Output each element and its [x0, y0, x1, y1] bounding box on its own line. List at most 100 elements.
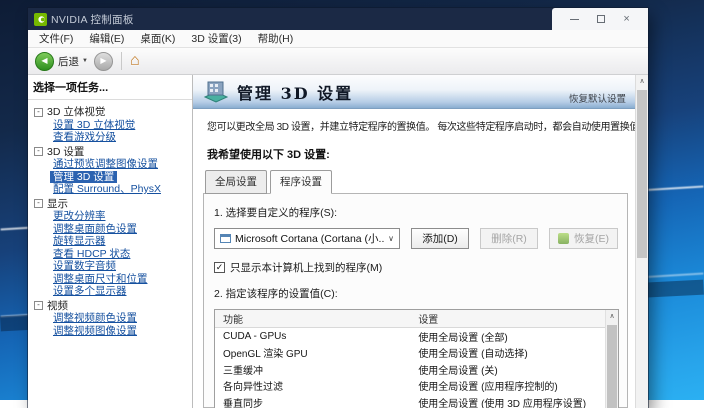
- settings-table-body: CUDA - GPUs使用全局设置 (全部)OpenGL 渲染 GPU使用全局设…: [215, 328, 618, 408]
- tree-category[interactable]: -显示: [34, 198, 190, 211]
- tree-item[interactable]: 配置 Surround、PhysX: [34, 183, 190, 196]
- tree-item[interactable]: 调整视频图像设置: [34, 325, 190, 338]
- tree-item[interactable]: 设置多个显示器: [34, 285, 190, 298]
- feature-cell: CUDA - GPUs: [215, 331, 418, 342]
- tree-item[interactable]: 通过预览调整图像设置: [34, 158, 190, 171]
- tree-item[interactable]: 查看 HDCP 状态: [34, 248, 190, 261]
- table-row[interactable]: 各向异性过滤使用全局设置 (应用程序控制的): [215, 378, 618, 395]
- settings-table: 功能 设置 CUDA - GPUs使用全局设置 (全部)OpenGL 渲染 GP…: [214, 309, 619, 408]
- back-button[interactable]: ◀: [35, 52, 54, 71]
- table-row[interactable]: OpenGL 渲染 GPU使用全局设置 (自动选择): [215, 345, 618, 362]
- back-button-label: 后退: [58, 54, 79, 69]
- maximize-icon[interactable]: [597, 15, 605, 23]
- setting-cell: 使用全局设置 (关): [418, 362, 606, 377]
- tree-category-label: 3D 设置: [47, 146, 84, 159]
- nvidia-restore-icon: [558, 233, 569, 244]
- tree-item[interactable]: 设置数字音频: [34, 260, 190, 273]
- table-scrollbar-thumb[interactable]: [607, 325, 617, 408]
- tree-item[interactable]: 调整桌面颜色设置: [34, 223, 190, 236]
- select-program-label: 1. 选择要自定义的程序(S):: [214, 205, 619, 220]
- program-window-icon: [220, 234, 231, 243]
- tree-item[interactable]: 管理 3D 设置: [50, 171, 117, 184]
- window-body: 选择一项任务... -3D 立体视觉设置 3D 立体视觉查看游戏分级-3D 设置…: [28, 75, 648, 408]
- back-arrow-icon: ◀: [41, 57, 47, 65]
- scroll-up-icon[interactable]: ∧: [636, 75, 648, 88]
- table-row[interactable]: 三重缓冲使用全局设置 (关): [215, 361, 618, 378]
- home-icon[interactable]: ⌂: [130, 53, 140, 69]
- tree-category[interactable]: -视频: [34, 300, 190, 313]
- title-bar[interactable]: NVIDIA 控制面板 ×: [28, 8, 648, 30]
- collapse-icon[interactable]: -: [34, 108, 43, 117]
- page-header: 管理 3D 设置 恢复默认设置: [193, 75, 636, 109]
- back-history-caret-icon[interactable]: ▼: [82, 58, 88, 64]
- feature-cell: 三重缓冲: [215, 362, 418, 377]
- forward-button[interactable]: ▶: [94, 52, 113, 71]
- program-select-dropdown[interactable]: Microsoft Cortana (Cortana (小... ∨: [214, 228, 400, 249]
- tree-item[interactable]: 调整视频颜色设置: [34, 312, 190, 325]
- setting-column-header: 设置: [418, 311, 606, 326]
- restore-button-label: 恢复(E): [574, 231, 609, 246]
- collapse-icon[interactable]: -: [34, 147, 43, 156]
- toolbar-separator: [121, 52, 122, 70]
- checkbox-label: 只显示本计算机上找到的程序(M): [230, 260, 382, 275]
- main-content: 管理 3D 设置 恢复默认设置 您可以更改全局 3D 设置，并建立特定程序的置换…: [193, 75, 648, 408]
- setting-cell: 使用全局设置 (使用 3D 应用程序设置): [418, 395, 606, 408]
- remove-button[interactable]: 删除(R): [480, 228, 538, 249]
- menu-item[interactable]: 帮助(H): [250, 31, 302, 46]
- nvidia-logo-icon: [34, 13, 47, 26]
- feature-cell: 各向异性过滤: [215, 378, 418, 393]
- table-row[interactable]: CUDA - GPUs使用全局设置 (全部): [215, 328, 618, 345]
- menu-item[interactable]: 3D 设置(3): [183, 31, 249, 46]
- tree-category[interactable]: -3D 立体视觉: [34, 106, 190, 119]
- content-scrollbar-thumb[interactable]: [637, 90, 647, 258]
- tree-item[interactable]: 调整桌面尺寸和位置: [34, 273, 190, 286]
- window-title: NVIDIA 控制面板: [51, 12, 134, 27]
- tree-item[interactable]: 旋转显示器: [34, 235, 190, 248]
- task-sidebar: 选择一项任务... -3D 立体视觉设置 3D 立体视觉查看游戏分级-3D 设置…: [28, 75, 193, 408]
- feature-cell: OpenGL 渲染 GPU: [215, 345, 418, 360]
- window-controls: ×: [552, 8, 648, 30]
- scroll-up-icon[interactable]: ∧: [606, 310, 618, 323]
- collapse-icon[interactable]: -: [34, 301, 43, 310]
- tree-category-label: 视频: [47, 300, 68, 313]
- table-scrollbar[interactable]: ∧: [605, 310, 618, 408]
- tree-category-label: 显示: [47, 198, 68, 211]
- tab[interactable]: 程序设置: [270, 170, 332, 194]
- show-programs-checkbox-row[interactable]: ✓ 只显示本计算机上找到的程序(M): [214, 260, 619, 275]
- tab[interactable]: 全局设置: [205, 170, 267, 194]
- menu-bar: 文件(F)编辑(E)桌面(K)3D 设置(3)帮助(H): [28, 30, 648, 48]
- forward-arrow-icon: ▶: [100, 57, 106, 65]
- collapse-icon[interactable]: -: [34, 199, 43, 208]
- tree-category-label: 3D 立体视觉: [47, 106, 105, 119]
- menu-item[interactable]: 文件(F): [31, 31, 81, 46]
- settings-tabs: 全局设置程序设置: [193, 170, 636, 194]
- restore-button[interactable]: 恢复(E): [549, 228, 618, 249]
- menu-item[interactable]: 编辑(E): [81, 31, 132, 46]
- restore-defaults-button[interactable]: 恢复默认设置: [569, 91, 626, 105]
- table-row[interactable]: 垂直同步使用全局设置 (使用 3D 应用程序设置): [215, 394, 618, 408]
- program-settings-panel: 1. 选择要自定义的程序(S): Microsoft Cortana (Cort…: [203, 193, 628, 408]
- sidebar-header: 选择一项任务...: [28, 75, 192, 100]
- chevron-down-icon: ∨: [388, 234, 394, 243]
- tree-item[interactable]: 更改分辨率: [34, 210, 190, 223]
- setting-cell: 使用全局设置 (应用程序控制的): [418, 378, 606, 393]
- tree-item[interactable]: 设置 3D 立体视觉: [34, 119, 190, 132]
- minimize-icon[interactable]: [570, 19, 579, 20]
- checkbox-checked-icon[interactable]: ✓: [214, 262, 225, 273]
- feature-column-header: 功能: [215, 311, 418, 326]
- manage-3d-settings-icon: [203, 80, 229, 104]
- tree-item[interactable]: 查看游戏分级: [34, 131, 190, 144]
- specify-settings-label: 2. 指定该程序的设置值(C):: [214, 286, 619, 301]
- task-tree: -3D 立体视觉设置 3D 立体视觉查看游戏分级-3D 设置通过预览调整图像设置…: [28, 100, 192, 337]
- setting-cell: 使用全局设置 (自动选择): [418, 345, 606, 360]
- program-select-value: Microsoft Cortana (Cortana (小...: [235, 231, 384, 246]
- table-header-row: 功能 设置: [215, 310, 618, 328]
- close-icon[interactable]: ×: [623, 14, 629, 25]
- content-scrollbar[interactable]: ∧: [635, 75, 648, 408]
- page-title: 管理 3D 设置: [237, 80, 353, 104]
- tree-category[interactable]: -3D 设置: [34, 146, 190, 159]
- program-controls-row: Microsoft Cortana (Cortana (小... ∨ 添加(D)…: [214, 228, 619, 249]
- menu-item[interactable]: 桌面(K): [132, 31, 183, 46]
- add-button[interactable]: 添加(D): [411, 228, 469, 249]
- nvidia-control-panel-window: NVIDIA 控制面板 × 文件(F)编辑(E)桌面(K)3D 设置(3)帮助(…: [28, 8, 648, 408]
